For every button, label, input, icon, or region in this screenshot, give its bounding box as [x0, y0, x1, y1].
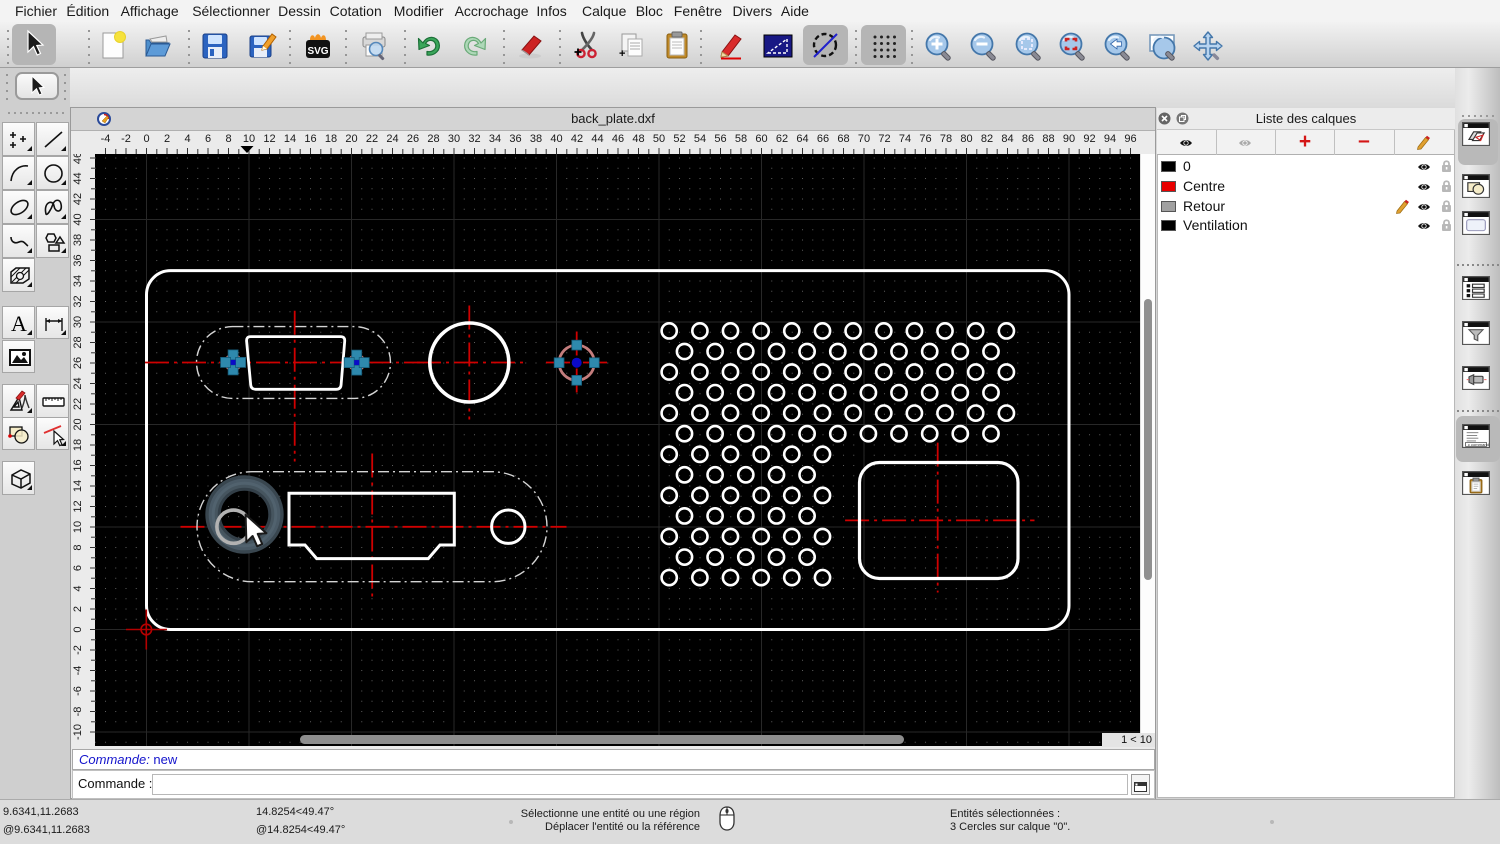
svg-text:42: 42	[72, 193, 84, 205]
svg-text:2: 2	[72, 606, 84, 612]
svg-text:92: 92	[1083, 133, 1095, 145]
svg-text:18: 18	[325, 133, 337, 145]
svg-text:84: 84	[1001, 133, 1013, 145]
svg-text:94: 94	[1104, 133, 1116, 145]
svg-text:96: 96	[1124, 133, 1136, 145]
svg-text:36: 36	[72, 254, 84, 266]
svg-text:14: 14	[72, 480, 84, 492]
svg-text:30: 30	[72, 316, 84, 328]
svg-text:22: 22	[72, 398, 84, 410]
svg-text:34: 34	[489, 133, 501, 145]
svg-text:24: 24	[386, 133, 398, 145]
svg-text:SVG: SVG	[307, 46, 328, 57]
svg-text:4: 4	[72, 585, 84, 591]
svg-text:8: 8	[72, 544, 84, 550]
svg-text:28: 28	[427, 133, 439, 145]
svg-text:46: 46	[72, 154, 84, 164]
svg-text:70: 70	[858, 133, 870, 145]
svg-text:78: 78	[940, 133, 952, 145]
svg-text:18: 18	[72, 439, 84, 451]
svg-text:58: 58	[735, 133, 747, 145]
svg-text:-6: -6	[72, 686, 84, 696]
svg-text:80: 80	[960, 133, 972, 145]
svg-text:-8: -8	[72, 707, 84, 717]
svg-text:40: 40	[550, 133, 562, 145]
svg-text:44: 44	[591, 133, 603, 145]
svg-text:60: 60	[755, 133, 767, 145]
svg-text:42: 42	[571, 133, 583, 145]
svg-text:62: 62	[776, 133, 788, 145]
svg-text:52: 52	[673, 133, 685, 145]
svg-text:A: A	[11, 311, 27, 336]
svg-text:50: 50	[653, 133, 665, 145]
svg-text:54: 54	[694, 133, 706, 145]
svg-text:26: 26	[407, 133, 419, 145]
svg-text:24: 24	[72, 377, 84, 389]
svg-text:4: 4	[184, 133, 190, 145]
svg-text:48: 48	[632, 133, 644, 145]
svg-text:46: 46	[612, 133, 624, 145]
svg-text:32: 32	[468, 133, 480, 145]
svg-text:+: +	[619, 48, 625, 60]
svg-text:38: 38	[530, 133, 542, 145]
svg-text:-4: -4	[72, 666, 84, 676]
svg-text:86: 86	[1022, 133, 1034, 145]
svg-text:-10: -10	[72, 724, 84, 740]
svg-text:32: 32	[72, 295, 84, 307]
svg-text:72: 72	[878, 133, 890, 145]
svg-text:12: 12	[263, 133, 275, 145]
svg-text:66: 66	[817, 133, 829, 145]
svg-text:16: 16	[304, 133, 316, 145]
svg-text:10: 10	[72, 521, 84, 533]
svg-text:-4: -4	[101, 133, 111, 145]
svg-text:68: 68	[837, 133, 849, 145]
svg-text:-2: -2	[72, 645, 84, 655]
svg-text:c command: c command	[1468, 442, 1489, 447]
svg-text:38: 38	[72, 234, 84, 246]
svg-text:2: 2	[164, 133, 170, 145]
svg-text:6: 6	[205, 133, 211, 145]
svg-text:8: 8	[225, 133, 231, 145]
svg-text:30: 30	[448, 133, 460, 145]
svg-text:14: 14	[284, 133, 296, 145]
svg-text:-2: -2	[121, 133, 131, 145]
svg-text:0: 0	[72, 626, 84, 632]
svg-text:40: 40	[72, 213, 84, 225]
svg-text:56: 56	[714, 133, 726, 145]
svg-text:88: 88	[1042, 133, 1054, 145]
svg-text:36: 36	[509, 133, 521, 145]
svg-text:10: 10	[243, 133, 255, 145]
svg-text:90: 90	[1063, 133, 1075, 145]
svg-text:22: 22	[366, 133, 378, 145]
svg-text:26: 26	[72, 357, 84, 369]
svg-text:6: 6	[72, 565, 84, 571]
svg-text:34: 34	[72, 275, 84, 287]
svg-text:16: 16	[72, 459, 84, 471]
svg-text:82: 82	[981, 133, 993, 145]
svg-text:74: 74	[899, 133, 911, 145]
svg-text:12: 12	[72, 500, 84, 512]
svg-text:20: 20	[72, 418, 84, 430]
svg-text:64: 64	[796, 133, 808, 145]
svg-text:76: 76	[919, 133, 931, 145]
svg-text:44: 44	[72, 172, 84, 184]
svg-text:20: 20	[345, 133, 357, 145]
svg-text:28: 28	[72, 336, 84, 348]
svg-text:0: 0	[143, 133, 149, 145]
